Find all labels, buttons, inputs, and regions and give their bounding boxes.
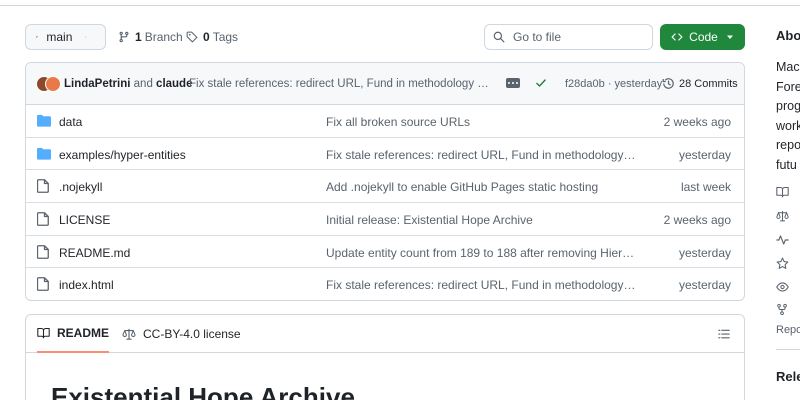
star-icon[interactable] (776, 257, 789, 270)
expand-commit-message-button[interactable] (506, 78, 520, 88)
folder-icon (37, 114, 51, 127)
readme-title: Existential Hope Archive (51, 382, 355, 400)
commit-sha[interactable]: f28da0b · yesterday (565, 78, 662, 90)
commit-author-link[interactable]: LindaPetrini (64, 78, 130, 90)
about-sidebar: Abo Mac Fore prog work repo futu Repo Re… (776, 0, 800, 400)
file-name-link[interactable]: LICENSE (59, 213, 110, 227)
git-branch-icon (36, 35, 39, 39)
file-list: LindaPetrini and claude Fix stale refere… (25, 62, 745, 301)
outline-list-icon[interactable] (718, 328, 730, 340)
code-button-label: Code (689, 30, 718, 44)
tag-word: Tags (212, 30, 239, 44)
file-row[interactable]: index.html Fix stale references: redirec… (26, 268, 744, 300)
commits-count: 28 Commits (679, 77, 738, 90)
git-branch-icon (119, 31, 129, 43)
readme-panel: README CC-BY-4.0 license Existential Hop… (25, 314, 745, 400)
file-commit-date: 2 weeks ago (663, 213, 731, 228)
check-icon[interactable] (535, 77, 547, 89)
readme-tabs: README CC-BY-4.0 license (26, 315, 744, 353)
file-commit-message-link[interactable]: Fix all broken source URLs (326, 115, 638, 129)
caret-down-icon (85, 36, 87, 38)
file-row[interactable]: data Fix all broken source URLs 2 weeks … (26, 105, 744, 138)
file-name-link[interactable]: index.html (59, 278, 114, 292)
pulse-icon[interactable] (776, 234, 789, 246)
tag-icon (186, 31, 198, 43)
file-commit-date: yesterday (678, 147, 731, 162)
go-to-file-placeholder: Go to file (513, 30, 562, 44)
branch-count: 1 (135, 30, 142, 44)
tag-count: 0 (203, 30, 210, 44)
file-commit-message-link[interactable]: Fix stale references: redirect URL, Fund… (326, 148, 638, 162)
book-icon (37, 328, 50, 339)
file-commit-date: 2 weeks ago (663, 115, 731, 129)
book-icon[interactable] (776, 186, 789, 198)
tab-license-label: CC-BY-4.0 license (143, 327, 241, 341)
sidebar-divider (776, 349, 800, 350)
branches-link[interactable]: 1 Branch (118, 24, 183, 50)
file-icon (37, 277, 49, 292)
releases-heading[interactable]: Rele (776, 369, 800, 384)
author-joiner: and (133, 78, 153, 90)
repo-toolbar: main 1 Branch 0 Tags Go to file Code (25, 24, 745, 50)
code-icon (671, 33, 683, 41)
file-icon (37, 179, 49, 194)
file-commit-message-link[interactable]: Fix stale references: redirect URL, Fund… (326, 278, 638, 292)
about-line: futu (776, 157, 797, 172)
avatar[interactable] (45, 76, 61, 92)
tab-readme[interactable]: README (37, 315, 110, 353)
file-icon (37, 212, 49, 226)
file-row[interactable]: examples/hyper-entities Fix stale refere… (26, 138, 744, 171)
top-divider (0, 0, 800, 6)
file-commit-date: last week (680, 180, 731, 195)
about-line: prog (776, 99, 800, 113)
fork-icon[interactable] (776, 303, 788, 316)
search-icon (493, 31, 505, 43)
file-row[interactable]: LICENSE Initial release: Existential Hop… (26, 203, 744, 236)
law-icon (122, 328, 136, 340)
file-commit-date: yesterday (678, 245, 731, 260)
file-commit-message-link[interactable]: Update entity count from 189 to 188 afte… (326, 246, 638, 260)
about-line: work (776, 118, 800, 133)
file-name-link[interactable]: .nojekyll (59, 180, 102, 194)
tags-link[interactable]: 0 Tags (186, 24, 238, 50)
folder-icon (37, 147, 51, 160)
about-description: Mac Fore prog work repo futu (776, 58, 800, 175)
about-line: Fore (776, 79, 800, 94)
commit-message-link[interactable]: Fix stale references: redirect URL, Fund… (189, 78, 494, 90)
about-line: Mac (776, 60, 800, 74)
tab-license[interactable]: CC-BY-4.0 license (122, 315, 241, 353)
file-name-link[interactable]: README.md (59, 246, 130, 260)
eye-icon[interactable] (776, 281, 789, 293)
branch-selector-button[interactable]: main (25, 24, 106, 50)
commit-avatars[interactable] (36, 76, 64, 92)
tab-readme-label: README (57, 326, 110, 340)
branch-word: Branch (144, 30, 183, 44)
file-row[interactable]: .nojekyll Add .nojekyll to enable GitHub… (26, 170, 744, 204)
file-commit-date: yesterday (678, 278, 731, 293)
file-name-link[interactable]: examples/hyper-entities (59, 148, 186, 162)
history-icon (662, 78, 674, 89)
file-commit-message-link[interactable]: Add .nojekyll to enable GitHub Pages sta… (326, 180, 638, 194)
file-commit-message-link[interactable]: Initial release: Existential Hope Archiv… (326, 213, 638, 227)
report-repository-link[interactable]: Repo (776, 324, 800, 336)
commit-author-link[interactable]: claude (156, 78, 192, 90)
file-row[interactable]: README.md Update entity count from 189 t… (26, 236, 744, 269)
commit-authors: LindaPetrini and claude (64, 78, 192, 90)
about-heading: Abo (776, 28, 800, 43)
branch-name: main (46, 30, 73, 44)
file-icon (37, 244, 49, 259)
law-icon[interactable] (776, 210, 789, 222)
file-name-link[interactable]: data (59, 115, 82, 129)
commits-history-link[interactable]: 28 Commits (662, 77, 738, 90)
go-to-file-input[interactable]: Go to file (484, 24, 653, 50)
latest-commit-bar: LindaPetrini and claude Fix stale refere… (26, 63, 744, 105)
code-button[interactable]: Code (660, 24, 745, 50)
about-line: repo (776, 138, 800, 152)
caret-down-icon (726, 35, 733, 39)
